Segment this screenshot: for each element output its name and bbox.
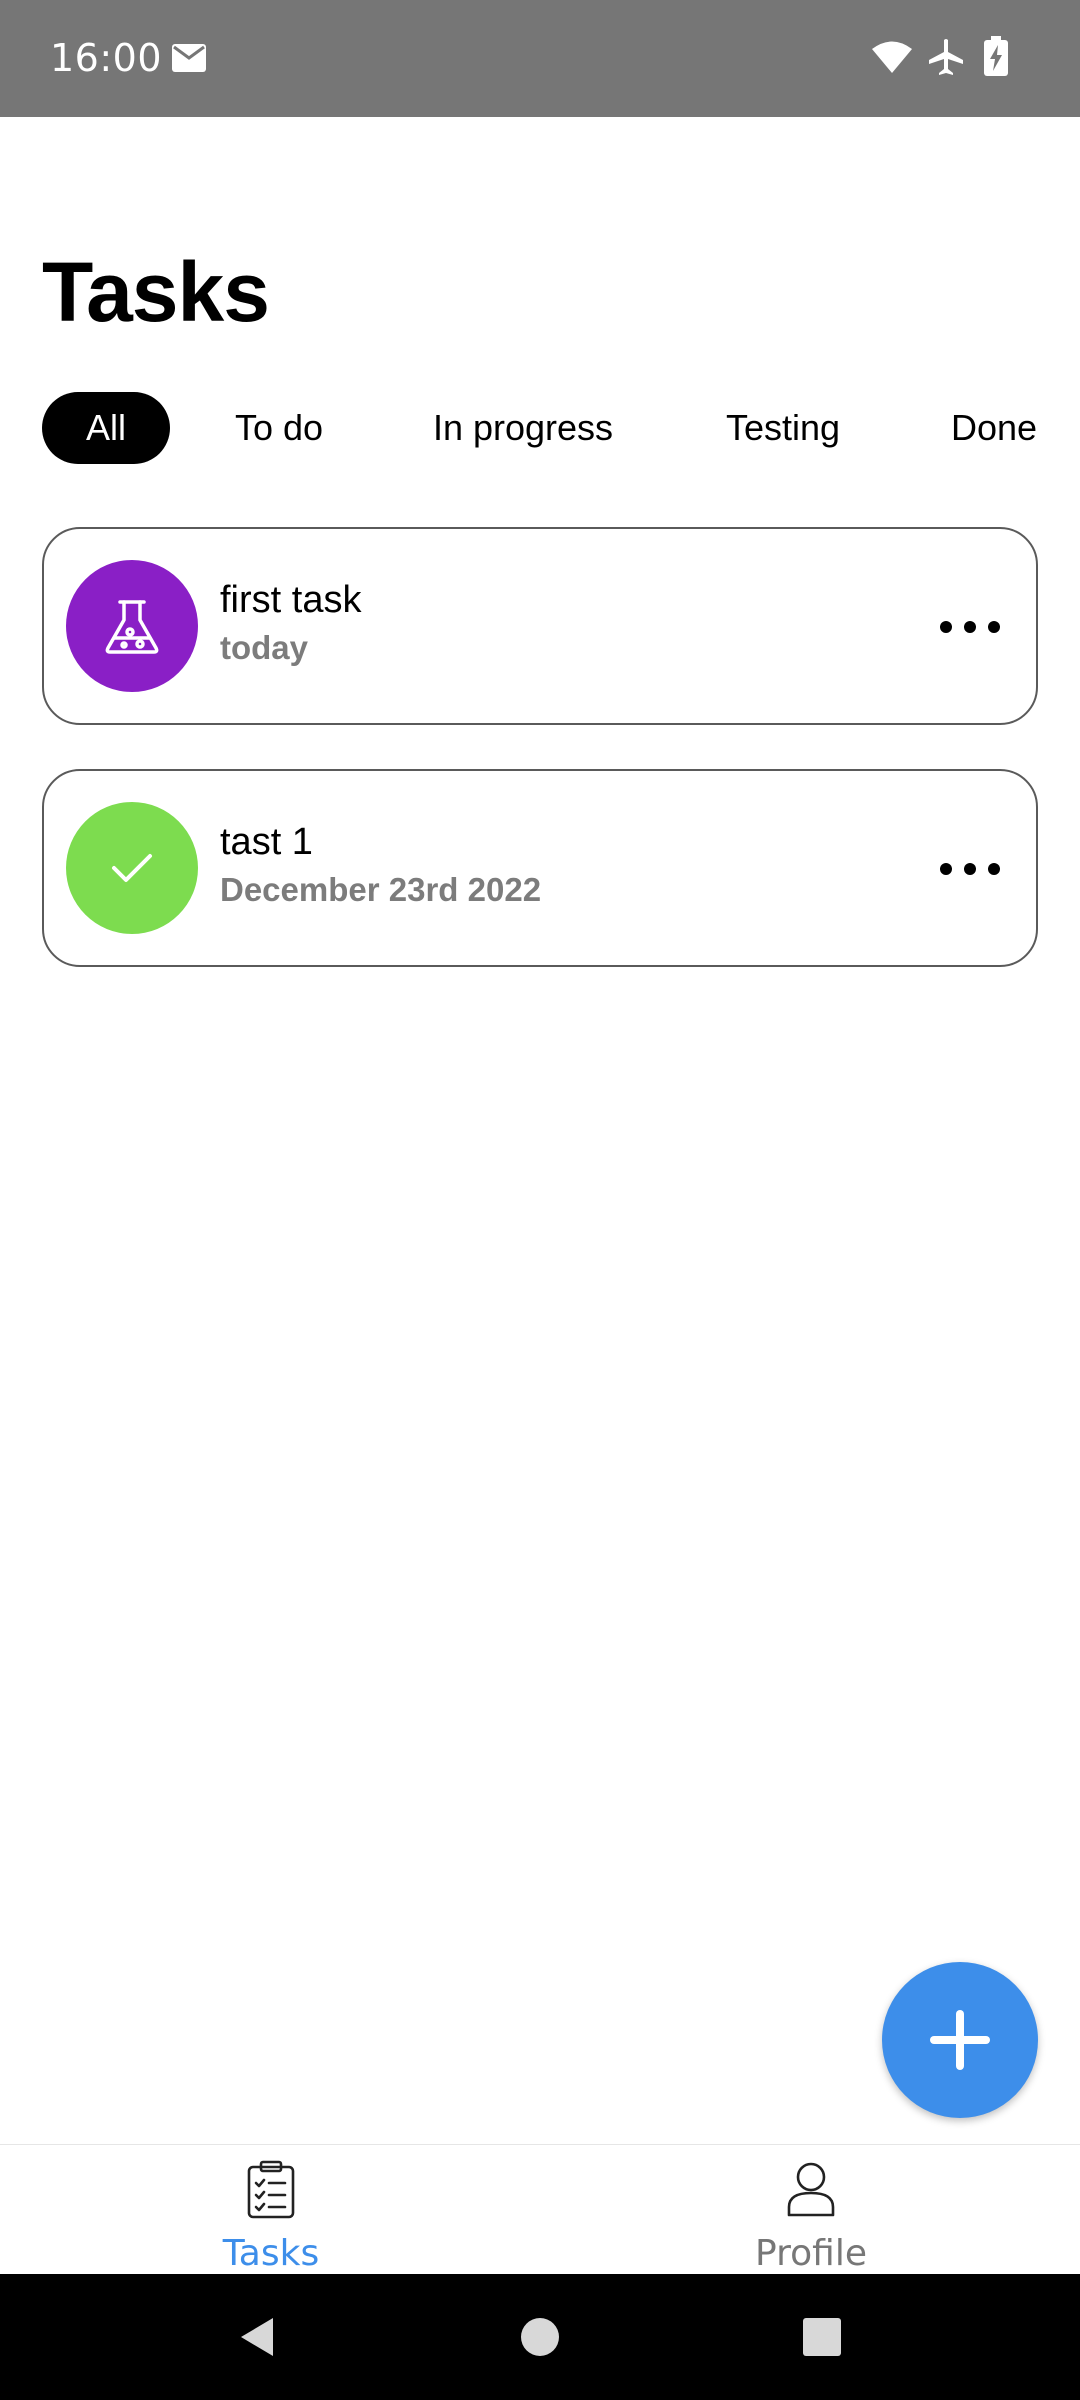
nav-label-profile: Profile [755,2233,867,2274]
task-title: tast 1 [220,821,313,863]
nav-label-tasks: Tasks [222,2233,320,2274]
task-card[interactable]: tast 1 December 23rd 2022 [42,769,1038,967]
task-status-avatar [66,560,198,692]
more-options-icon[interactable] [936,609,1004,645]
task-card[interactable]: first task today [42,527,1038,725]
back-icon[interactable] [233,2312,283,2362]
task-status-avatar [66,802,198,934]
battery-charging-icon [984,36,1008,76]
nav-item-profile[interactable]: Profile [661,2145,961,2275]
wifi-icon [872,41,912,73]
recents-icon[interactable] [797,2312,847,2362]
page-title: Tasks [42,245,270,339]
user-icon [787,2162,835,2217]
nav-item-tasks[interactable]: Tasks [121,2145,421,2275]
bottom-navigation: Tasks Profile [0,2144,1080,2274]
filter-tab-to-do[interactable]: To do [206,392,352,464]
plus-icon [930,2010,990,2070]
filter-tab-done[interactable]: Done [938,392,1050,464]
filter-tab-testing[interactable]: Testing [702,392,864,464]
mail-icon [172,44,206,72]
status-time: 16:00 [50,36,163,80]
clipboard-checklist-icon [247,2160,295,2219]
filter-tab-in-progress[interactable]: In progress [410,392,636,464]
airplane-mode-icon [929,39,963,75]
task-title: first task [220,579,362,621]
home-icon[interactable] [515,2312,565,2362]
check-icon [112,854,152,882]
add-task-button[interactable] [882,1962,1038,2118]
status-bar: 16:00 [0,0,1080,117]
more-options-icon[interactable] [936,851,1004,887]
filter-tab-all[interactable]: All [42,392,170,464]
task-date: today [220,629,309,666]
flask-icon [105,600,159,654]
system-navigation-bar [0,2274,1080,2400]
task-date: December 23rd 2022 [220,871,542,908]
